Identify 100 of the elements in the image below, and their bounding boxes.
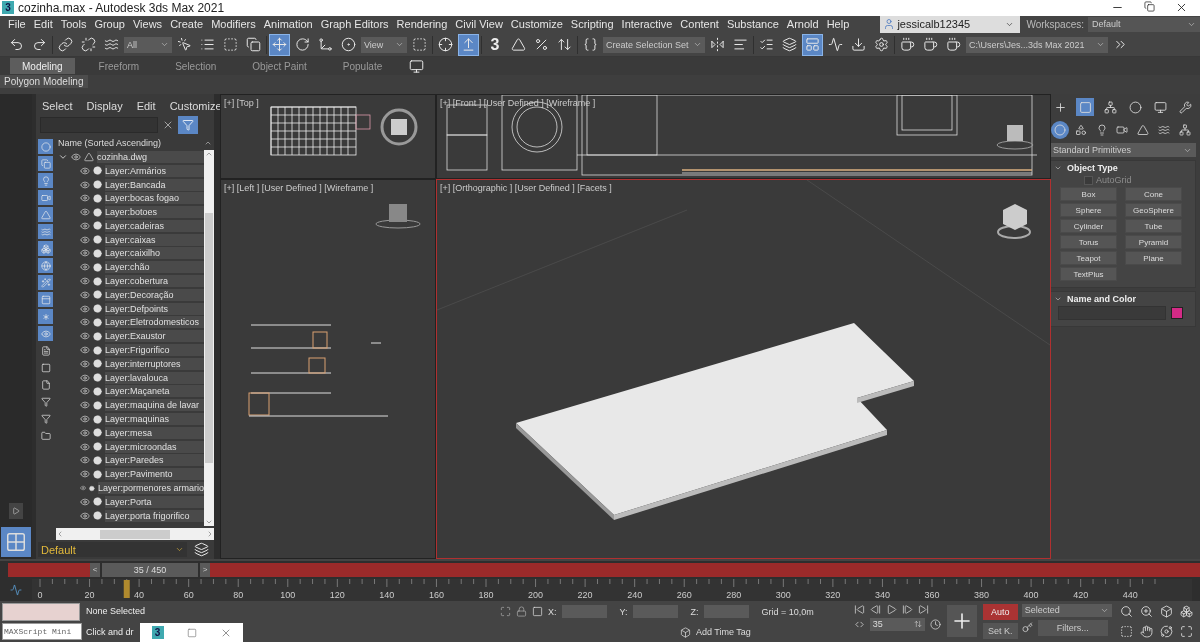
layer-dropdown[interactable]: Default xyxy=(38,542,187,557)
frame-number: 20 xyxy=(84,589,95,600)
tree-item[interactable]: Layer:Bancada xyxy=(105,178,204,191)
viewport-label[interactable]: [+] [Front ] [User Defined ] [Wireframe ] xyxy=(440,98,596,108)
viewport-label[interactable]: [+] [Orthographic ] [User Defined ] [Facets ] xyxy=(440,183,612,193)
menu-item[interactable]: Substance xyxy=(722,18,783,31)
tree-item[interactable]: Layer:Paredes xyxy=(105,454,204,467)
tree-item[interactable]: Layer:Maçaneta xyxy=(105,385,204,398)
tree-item[interactable]: Layer:maquinas xyxy=(105,413,204,426)
tree-item[interactable]: Layer:microondas xyxy=(105,440,204,453)
key-filter-dropdown[interactable]: Selected xyxy=(1021,603,1112,617)
menu-item[interactable]: Help xyxy=(822,18,854,31)
checkbox-label: AutoGrid xyxy=(1096,175,1132,185)
auto-key-button[interactable]: Auto xyxy=(982,603,1018,620)
ribbon-tab[interactable]: Modeling xyxy=(10,58,75,75)
tree-item[interactable]: Layer:caixas xyxy=(105,233,204,246)
menu-item[interactable]: Graph Editors xyxy=(316,18,393,31)
primitive-button[interactable]: GeoSphere xyxy=(1125,203,1182,217)
tree-item[interactable]: Layer:Armários xyxy=(105,164,204,177)
explorer-menu-item[interactable]: Select xyxy=(42,100,73,112)
menu-item[interactable]: Modifiers xyxy=(207,18,260,31)
menu-item[interactable]: Tools xyxy=(56,18,91,31)
menu-item[interactable]: Scripting xyxy=(566,18,618,31)
workspace-dropdown[interactable]: Default xyxy=(1088,16,1200,32)
add-time-tag-text[interactable]: Add Time Tag xyxy=(696,627,751,638)
frame-number: 180 xyxy=(478,589,494,600)
ribbon-tab[interactable]: Populate xyxy=(330,58,395,75)
menu-item[interactable]: Civil View xyxy=(451,18,507,31)
tree-item[interactable]: Layer:Defpoints xyxy=(105,302,204,315)
next-frame-button[interactable]: > xyxy=(200,562,210,577)
tree-item[interactable]: Layer:interruptores xyxy=(105,357,204,370)
snap-toggle[interactable]: 3 xyxy=(484,33,506,56)
tree-item[interactable]: Layer:porta frigorifico xyxy=(105,509,204,522)
workspaces-label: Workspaces: xyxy=(1025,18,1085,30)
viewport-label[interactable]: [+] [Top ] xyxy=(224,98,259,108)
viewport[interactable]: [+] [Left ] [User Defined ] [Wireframe ] xyxy=(220,179,436,559)
rollout-title[interactable]: Name and Color xyxy=(1067,294,1136,304)
rollout-title[interactable]: Object Type xyxy=(1067,163,1118,173)
tree-item[interactable]: Layer:Porta xyxy=(105,495,204,508)
primitive-button[interactable]: Cone xyxy=(1125,187,1182,201)
reference-coordinate-dropdown[interactable]: View xyxy=(361,36,407,53)
key-filters-button[interactable]: Filters... xyxy=(1037,619,1108,636)
primitive-button[interactable]: Sphere xyxy=(1060,203,1117,217)
tree-item[interactable]: Layer:chão xyxy=(105,261,204,274)
primitive-button[interactable]: Tube xyxy=(1125,219,1182,233)
tree-item[interactable]: Layer:botoes xyxy=(105,206,204,219)
primitive-button[interactable]: Torus xyxy=(1060,235,1117,249)
tree-item[interactable]: Layer:caixilho xyxy=(105,247,204,260)
project-path-dropdown[interactable]: C:\Users\Jes...3ds Max 2021 xyxy=(966,36,1108,53)
explorer-menu-item[interactable]: Edit xyxy=(136,100,156,112)
primitive-button[interactable]: Plane xyxy=(1125,251,1182,265)
tree-item[interactable]: Layer:mesa xyxy=(105,426,204,439)
primitive-button[interactable]: Cylinder xyxy=(1060,219,1117,233)
menu-item[interactable]: Rendering xyxy=(392,18,452,31)
tree-item[interactable]: Layer:cadeiras xyxy=(105,219,204,232)
frame-number: 320 xyxy=(825,589,841,600)
menu-item[interactable]: File xyxy=(4,18,30,31)
menu-item[interactable]: Create xyxy=(166,18,208,31)
tree-item[interactable]: Layer:Exaustor xyxy=(105,330,204,343)
tree-item[interactable]: Layer:pormenores armario xyxy=(97,482,204,495)
frame-spinner[interactable]: 35 xyxy=(869,617,925,631)
viewport-label[interactable]: [+] [Left ] [User Defined ] [Wireframe ] xyxy=(224,183,374,193)
tree-item[interactable]: cozinha.dwg xyxy=(97,150,204,163)
tree-item[interactable]: Layer:Pavimento xyxy=(105,468,204,481)
primitive-button[interactable]: Box xyxy=(1060,187,1117,201)
selection-filter-dropdown[interactable]: All xyxy=(124,36,172,53)
explorer-menu-item[interactable]: Customize xyxy=(169,100,222,112)
tree-item[interactable]: Layer:lavalouca xyxy=(105,371,204,384)
ribbon-tab[interactable]: Selection xyxy=(163,58,229,75)
category-dropdown[interactable]: Standard Primitives xyxy=(1049,143,1196,157)
app-logo: 3 xyxy=(151,626,164,640)
selection-set-dropdown[interactable]: Create Selection Set xyxy=(603,36,705,53)
menu-item[interactable]: Animation xyxy=(259,18,317,31)
primitive-button[interactable]: Pyramid xyxy=(1125,235,1182,249)
tree-item[interactable]: Layer:bocas fogao xyxy=(105,192,204,205)
tree-item[interactable]: Layer:Eletrodomesticos xyxy=(105,316,204,329)
primitive-button[interactable]: TextPlus xyxy=(1060,267,1117,281)
previous-frame-button[interactable]: < xyxy=(90,562,100,577)
menu-item[interactable]: Views xyxy=(128,18,167,31)
ribbon-tab[interactable]: Object Paint xyxy=(240,58,319,75)
explorer-menu-item[interactable]: Display xyxy=(86,100,123,112)
ribbon-panel-label: Polygon Modeling xyxy=(0,75,88,89)
ribbon-tab[interactable]: Freeform xyxy=(86,58,152,75)
tree-item[interactable]: Layer:cobertura xyxy=(105,275,204,288)
column-header[interactable]: Name (Sorted Ascending) xyxy=(58,138,162,148)
viewport[interactable]: [+] [Front ] [User Defined ] [Wireframe ] xyxy=(436,94,1051,179)
tree-item[interactable]: Layer:maquina de lavar xyxy=(105,399,204,412)
tree-item[interactable]: Layer:Decoração xyxy=(105,288,204,301)
menu-item[interactable]: Edit xyxy=(29,18,57,31)
primitive-button[interactable]: Teapot xyxy=(1060,251,1117,265)
menu-item[interactable]: Arnold xyxy=(782,18,823,31)
viewport[interactable]: [+] [Top ] xyxy=(220,94,436,179)
menu-item[interactable]: Group xyxy=(90,18,129,31)
viewport[interactable]: [+] [Orthographic ] [User Defined ] [Facets ] xyxy=(436,179,1051,559)
menu-item[interactable]: Interactive xyxy=(617,18,677,31)
script-listener-field[interactable]: MAXScript Mini xyxy=(2,622,82,640)
set-key-mode-button[interactable]: Set K. xyxy=(982,622,1018,639)
menu-item[interactable]: Customize xyxy=(506,18,567,31)
tree-item[interactable]: Layer:Frigorifico xyxy=(105,344,204,357)
menu-item[interactable]: Content xyxy=(676,18,723,31)
